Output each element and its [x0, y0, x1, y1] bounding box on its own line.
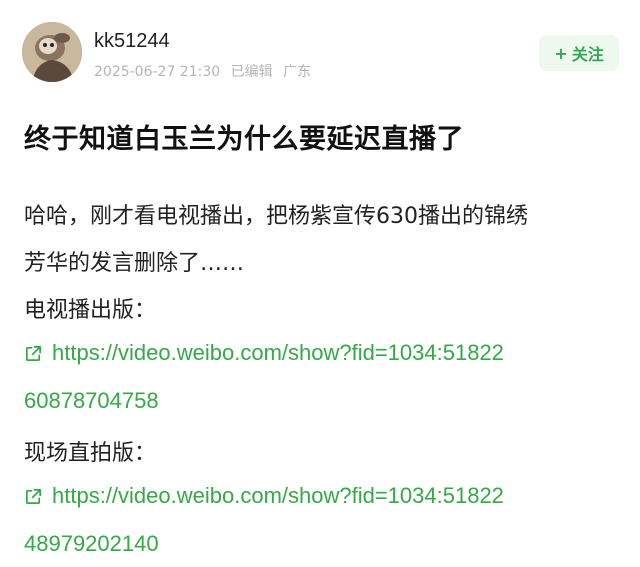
post-timestamp: 2025-06-27 21:30 [94, 64, 221, 80]
body-line-1: 哈哈，刚才看电视播出，把杨紫宣传630播出的锦绣 [24, 204, 528, 229]
avatar-image [22, 22, 82, 82]
author-name[interactable]: kk51244 [94, 30, 170, 53]
plus-icon: + [554, 43, 568, 63]
follow-label: 关注 [571, 45, 604, 64]
video-link-live-text[interactable]: https://video.weibo.com/show?fid=1034:51… [52, 483, 504, 509]
avatar[interactable] [22, 22, 82, 82]
video-link-tv[interactable]: https://video.weibo.com/show?fid=1034:51… [24, 340, 504, 366]
post-meta: 2025-06-27 21:30 已编辑 广东 [94, 61, 317, 81]
external-link-icon [25, 488, 42, 504]
edited-label: 已编辑 [230, 64, 273, 80]
body-line-2: 芳华的发言删除了…… [24, 251, 245, 276]
external-link-icon [25, 345, 42, 361]
section-label-tv: 电视播出版： [24, 298, 157, 323]
video-link-tv-text[interactable]: https://video.weibo.com/show?fid=1034:51… [52, 340, 504, 366]
post-location: 广东 [283, 64, 312, 80]
video-link-tv-cont[interactable]: 60878704758 [24, 388, 159, 414]
post-header: kk51244 2025-06-27 21:30 已编辑 广东 + 关注 [0, 0, 640, 100]
section-label-live: 现场直拍版： [24, 441, 157, 466]
follow-button[interactable]: + 关注 [539, 35, 619, 71]
video-link-live-cont[interactable]: 48979202140 [24, 531, 159, 557]
post-title: 终于知道白玉兰为什么要延迟直播了 [24, 124, 464, 155]
video-link-live[interactable]: https://video.weibo.com/show?fid=1034:51… [24, 483, 504, 509]
